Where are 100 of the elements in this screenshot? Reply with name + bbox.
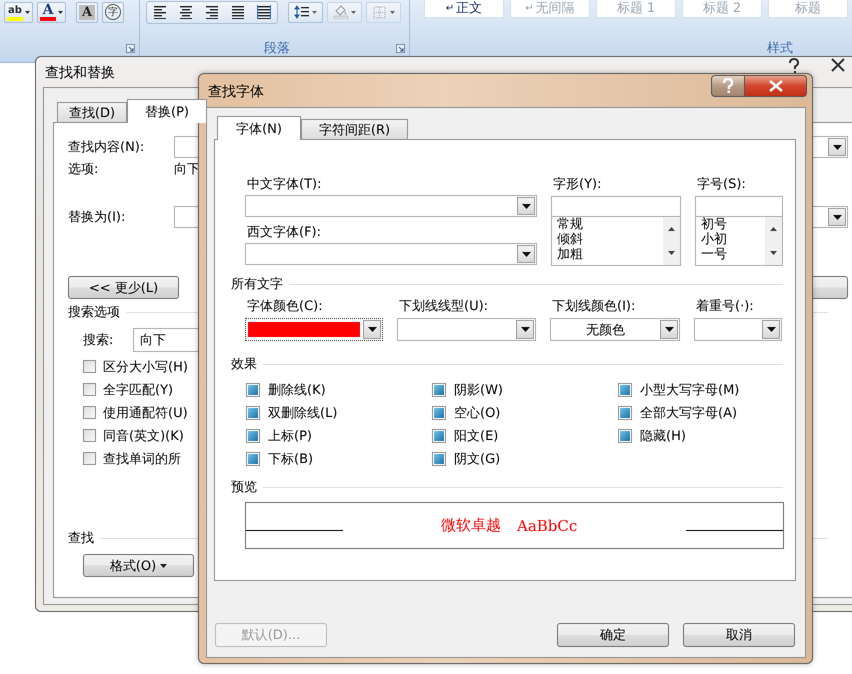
- scrollbar[interactable]: [663, 217, 680, 265]
- tab[interactable]: 查找(D): [57, 102, 127, 122]
- paint-bucket-icon: [332, 5, 349, 19]
- list-item[interactable]: 初号: [701, 217, 765, 232]
- checkbox[interactable]: [246, 452, 260, 466]
- tab[interactable]: 字体(N): [217, 116, 301, 140]
- font-color-button[interactable]: A: [37, 2, 66, 22]
- checkbox-label: 删除线(K): [268, 382, 326, 398]
- close-icon[interactable]: [831, 58, 845, 72]
- character-shading-button[interactable]: A: [76, 2, 98, 22]
- borders-icon: [372, 5, 388, 19]
- caret-icon: [522, 204, 530, 208]
- caret-icon: [832, 144, 842, 150]
- line-spacing-button[interactable]: [288, 2, 323, 22]
- field-label: 下划线线型(U):: [398, 298, 490, 316]
- line-spacing-icon: [294, 5, 310, 19]
- list-item[interactable]: 一号: [701, 247, 765, 262]
- checkbox[interactable]: [432, 406, 446, 420]
- checkbox-label: 隐藏(H): [640, 428, 686, 444]
- close-icon: [768, 80, 782, 92]
- tab[interactable]: 替换(P): [127, 99, 207, 123]
- checkbox-label: 全部大写字母(A): [640, 404, 738, 422]
- checkbox[interactable]: [618, 428, 632, 442]
- preview-text: AaBbCc: [517, 516, 578, 534]
- options-value: 向下: [174, 161, 200, 178]
- checkbox[interactable]: [618, 406, 632, 420]
- checkbox[interactable]: [432, 382, 446, 396]
- enclose-character-button[interactable]: 字: [102, 2, 124, 22]
- help-button[interactable]: [711, 75, 745, 97]
- field-label: 替换为(I):: [68, 209, 126, 226]
- format-button[interactable]: 格式(O): [83, 554, 194, 577]
- checkbox[interactable]: [83, 406, 96, 419]
- font-color-dropdown[interactable]: [245, 318, 383, 341]
- checkbox-label: 使用通配符(U): [103, 404, 188, 422]
- emphasis-mark-dropdown[interactable]: [694, 318, 782, 341]
- checkbox-label: 同音(英文)(K): [103, 428, 184, 444]
- scroll-down-icon[interactable]: [668, 251, 675, 255]
- checkbox-label: 全字匹配(Y): [103, 382, 174, 398]
- scrollbar[interactable]: [765, 217, 782, 265]
- checkbox[interactable]: [432, 452, 446, 466]
- list-item[interactable]: 加粗: [557, 247, 663, 262]
- checkbox-label: 阴文(G): [454, 450, 500, 468]
- style-tile[interactable]: ↵正文: [424, 0, 504, 18]
- align-right-icon: [204, 5, 219, 19]
- list-item[interactable]: 常规: [557, 217, 663, 232]
- checkbox[interactable]: [83, 429, 96, 442]
- font-size-input[interactable]: [695, 196, 783, 217]
- dialog-launcher-icon[interactable]: [126, 44, 135, 52]
- checkbox-label: 双删除线(L): [268, 404, 338, 422]
- field-label: 中文字体(T):: [246, 176, 322, 194]
- underline-color-dropdown[interactable]: 无颜色: [550, 318, 680, 341]
- section-heading: 查找: [68, 530, 94, 547]
- caret-icon: [520, 327, 530, 332]
- font-style-input[interactable]: [551, 196, 681, 217]
- distribute-icon: [256, 5, 271, 19]
- justify-icon: [230, 5, 245, 19]
- scroll-down-icon[interactable]: [770, 251, 777, 255]
- less-button[interactable]: << 更少(L): [68, 276, 179, 299]
- field-label: 西文字体(F):: [246, 224, 322, 242]
- tab[interactable]: 字符间距(R): [301, 119, 408, 139]
- caret-icon: [766, 327, 776, 332]
- checkbox-label: 下标(B): [268, 450, 314, 468]
- checkbox[interactable]: [246, 406, 260, 420]
- caret-icon: [832, 214, 842, 220]
- highlight-button[interactable]: ab: [4, 2, 33, 22]
- section-heading: 效果: [231, 356, 257, 373]
- caret-icon: [522, 252, 530, 256]
- caret-icon: [664, 327, 674, 332]
- group-label: 样式: [767, 40, 793, 57]
- checkbox-label: 上标(P): [268, 428, 312, 444]
- caret-icon: [25, 10, 30, 14]
- checkbox-label: 空心(O): [454, 404, 500, 422]
- caret-icon: [350, 10, 356, 14]
- checkbox[interactable]: [83, 383, 96, 396]
- checkbox[interactable]: [432, 428, 446, 442]
- list-item[interactable]: 小初: [701, 232, 765, 247]
- align-left-icon: [152, 5, 167, 19]
- checkbox-label: 阳文(E): [454, 428, 498, 444]
- window-title: 查找字体: [208, 83, 264, 101]
- field-label: 选项:: [68, 161, 100, 178]
- window-title: 查找和替换: [45, 64, 115, 82]
- checkbox-label: 小型大写字母(M): [640, 382, 740, 398]
- checkbox[interactable]: [83, 360, 96, 373]
- dialog-launcher-icon[interactable]: [396, 44, 405, 52]
- list-item[interactable]: 倾斜: [557, 232, 663, 247]
- help-icon[interactable]: [787, 58, 801, 75]
- dialog-button[interactable]: 确定: [557, 623, 669, 647]
- caret-icon: [58, 10, 63, 14]
- checkbox[interactable]: [83, 452, 96, 465]
- dialog-button[interactable]: 取消: [683, 623, 795, 647]
- checkbox[interactable]: [618, 382, 632, 396]
- checkbox[interactable]: [246, 382, 260, 396]
- group-label: 段落: [264, 40, 290, 57]
- field-label: 字号(S):: [696, 176, 747, 194]
- checkbox[interactable]: [246, 428, 260, 442]
- close-button[interactable]: [745, 75, 807, 97]
- checkbox-label: 查找单词的所: [103, 450, 181, 468]
- checkbox-label: 区分大小写(H): [103, 358, 188, 376]
- preview-text: 微软卓越: [441, 516, 501, 535]
- underline-style-dropdown[interactable]: [397, 318, 536, 341]
